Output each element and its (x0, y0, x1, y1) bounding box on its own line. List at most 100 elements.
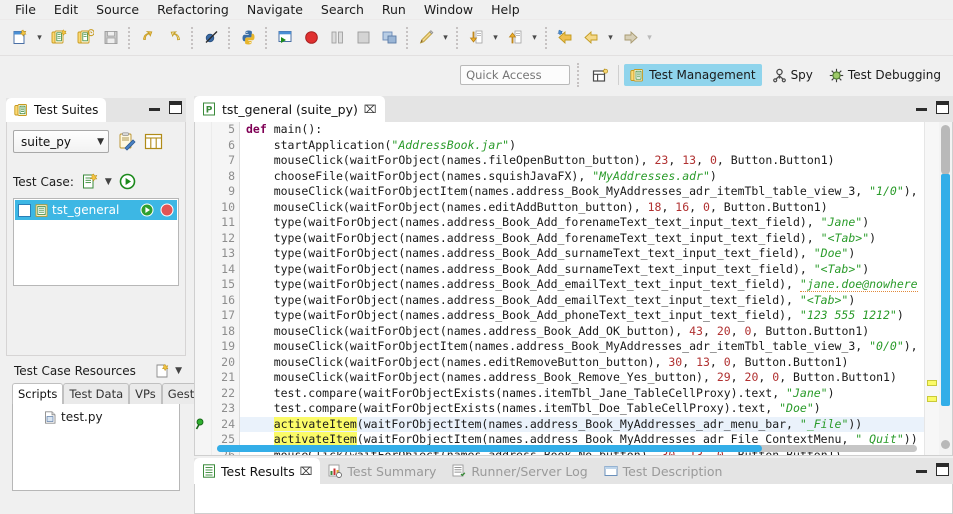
code-line[interactable]: mouseClick(waitForObjectItem(names.addre… (240, 184, 924, 200)
new-test-case-icon[interactable] (72, 25, 98, 51)
resource-tab-test-data[interactable]: Test Data (63, 383, 130, 404)
menu-item-help[interactable]: Help (482, 0, 529, 19)
new-file-icon[interactable] (7, 25, 33, 51)
resource-tab-vps[interactable]: VPs (129, 383, 162, 404)
code-line[interactable]: mouseClick(waitForObject(names.editRemov… (240, 355, 924, 371)
scrollbar-thumb-bottom[interactable] (941, 440, 950, 449)
view-menu-chevron-icon[interactable]: ▼ (175, 366, 182, 376)
close-icon[interactable]: ⌧ (364, 103, 377, 116)
run-all-tests-icon[interactable] (119, 173, 136, 190)
code-line[interactable]: mouseClick(waitForObject(names.fileOpenB… (240, 153, 924, 169)
code-line[interactable]: type(waitForObject(names.address_Book_Ad… (240, 262, 924, 278)
editor-marker-gutter[interactable] (195, 122, 212, 455)
pencil-icon[interactable] (413, 25, 439, 51)
menu-item-navigate[interactable]: Navigate (238, 0, 312, 19)
menu-item-file[interactable]: File (6, 0, 45, 19)
maximize-test-suites-icon[interactable] (169, 101, 182, 114)
python-icon[interactable] (235, 25, 261, 51)
forward-arrow-icon[interactable] (617, 25, 643, 51)
minimize-test-suites-icon[interactable] (148, 101, 161, 114)
perspective-spy[interactable]: Spy (766, 64, 819, 86)
minimize-results-icon[interactable] (915, 463, 928, 476)
code-line[interactable]: mouseClick(waitForObject(names.address_B… (240, 370, 924, 386)
record-icon[interactable] (298, 25, 324, 51)
chevron-down-icon[interactable]: ▾ (604, 25, 617, 51)
step-into-icon[interactable] (463, 25, 489, 51)
code-line[interactable]: ⊖def main(): (240, 122, 924, 138)
menu-item-window[interactable]: Window (415, 0, 482, 19)
test-case-list[interactable]: tst_general (13, 198, 179, 286)
chevron-down-icon[interactable]: ▾ (33, 25, 46, 51)
resource-tab-scripts[interactable]: Scripts (12, 383, 64, 404)
pause-icon[interactable] (324, 25, 350, 51)
code-line[interactable]: mouseClick(waitForObjectItem(names.addre… (240, 339, 924, 355)
maximize-results-icon[interactable] (936, 463, 949, 476)
chevron-down-icon[interactable]: ▾ (489, 25, 502, 51)
back-arrow-icon[interactable] (578, 25, 604, 51)
scrollbar-thumb[interactable] (941, 174, 950, 406)
suite-overview-icon[interactable] (144, 132, 163, 151)
edit-suite-settings-icon[interactable] (117, 132, 136, 151)
suite-selector-combo[interactable]: suite_py ▼ (13, 130, 109, 153)
code-line[interactable]: test.compare(waitForObjectExists(names.i… (240, 401, 924, 417)
editor-tab-tst-general[interactable]: P tst_general (suite_py) ⌧ (194, 96, 385, 122)
code-line[interactable]: startApplication("AddressBook.jar") (240, 138, 924, 154)
code-line[interactable]: mouseClick(waitForObject(names.address_B… (240, 324, 924, 340)
menu-item-run[interactable]: Run (373, 0, 415, 19)
open-perspective-icon[interactable] (587, 63, 613, 87)
stop-test-case-icon[interactable] (160, 203, 174, 217)
hscrollbar-thumb[interactable] (217, 445, 762, 452)
code-line[interactable]: chooseFile(waitForObject(names.squishJav… (240, 169, 924, 185)
code-line[interactable]: type(waitForObject(names.address_Book_Ad… (240, 246, 924, 262)
tab-test-suites[interactable]: Test Suites (6, 98, 107, 122)
run-test-case-icon[interactable] (140, 203, 154, 217)
script-file-row[interactable]: test.py (16, 407, 176, 427)
chevron-down-icon[interactable]: ▾ (439, 25, 452, 51)
menu-item-search[interactable]: Search (312, 0, 373, 19)
code-line[interactable]: test.compare(waitForObjectExists(names.i… (240, 386, 924, 402)
quick-access-input[interactable] (460, 65, 571, 85)
code-line[interactable]: type(waitForObject(names.address_Book_Ad… (240, 308, 924, 324)
scripts-list[interactable]: test.py (12, 403, 180, 491)
test-case-checkbox[interactable] (18, 203, 31, 217)
editor-overview-ruler[interactable] (924, 122, 939, 455)
editor-code-area[interactable]: ⊖def main(): startApplication("AddressBo… (240, 122, 924, 455)
redo-icon[interactable] (161, 25, 187, 51)
run-test-icon[interactable] (272, 25, 298, 51)
new-resource-icon[interactable] (155, 364, 169, 378)
step-out-icon[interactable] (502, 25, 528, 51)
spy-icon[interactable] (376, 25, 402, 51)
bottom-tab-test-summary[interactable]: Test Summary (320, 458, 444, 484)
maximize-editor-icon[interactable] (936, 101, 949, 114)
menu-item-source[interactable]: Source (87, 0, 148, 19)
bottom-tab-test-description[interactable]: Test Description (596, 458, 731, 484)
editor-vertical-scrollbar[interactable] (939, 122, 952, 455)
menu-item-edit[interactable]: Edit (45, 0, 87, 19)
overview-marker[interactable] (927, 380, 937, 386)
close-icon[interactable]: ⌧ (300, 465, 313, 478)
editor-horizontal-scrollbar[interactable] (217, 445, 917, 452)
stop-icon[interactable] (350, 25, 376, 51)
perspective-test-debugging[interactable]: Test Debugging (823, 64, 947, 86)
chevron-down-icon[interactable]: ▾ (643, 25, 656, 51)
scrollbar-thumb-top[interactable] (941, 125, 950, 175)
code-line[interactable]: activateItem(waitForObjectItem(names.add… (240, 416, 924, 432)
menu-item-refactoring[interactable]: Refactoring (148, 0, 238, 19)
chevron-down-icon[interactable]: ▾ (528, 25, 541, 51)
code-line[interactable]: type(waitForObject(names.address_Book_Ad… (240, 293, 924, 309)
new-test-case-icon[interactable] (81, 173, 98, 190)
undo-icon[interactable] (135, 25, 161, 51)
back-star-icon[interactable] (552, 25, 578, 51)
new-test-suite-icon[interactable] (46, 25, 72, 51)
test-case-row[interactable]: tst_general (15, 200, 177, 220)
new-test-case-dropdown-icon[interactable]: ▼ (105, 177, 112, 187)
code-line[interactable]: type(waitForObject(names.address_Book_Ad… (240, 215, 924, 231)
code-line[interactable]: type(waitForObject(names.address_Book_Ad… (240, 277, 924, 293)
overview-marker[interactable] (927, 396, 937, 402)
perspective-test-management[interactable]: Test Management (624, 64, 762, 86)
bookmark-pin-icon[interactable] (195, 417, 211, 433)
minimize-editor-icon[interactable] (915, 101, 928, 114)
bottom-tab-test-results[interactable]: Test Results ⌧ (194, 458, 321, 484)
bottom-tab-runner-server-log[interactable]: Runner/Server Log (444, 458, 595, 484)
save-icon[interactable] (98, 25, 124, 51)
